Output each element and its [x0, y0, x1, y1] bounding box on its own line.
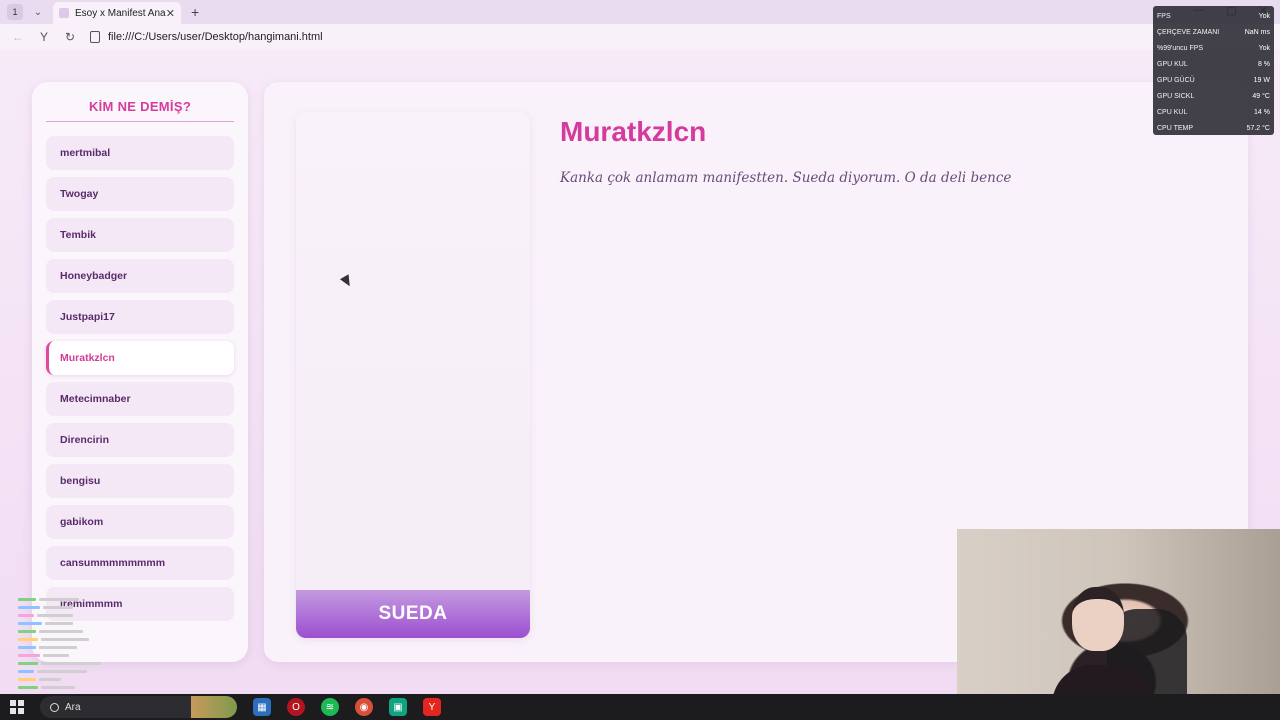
sidebar-item-twogay[interactable]: Twogay	[46, 177, 234, 211]
reload-icon[interactable]: ↻	[62, 29, 78, 45]
sidebar-title: KİM NE DEMİŞ?	[88, 99, 192, 114]
card-photo	[296, 112, 530, 582]
stream-chat-overlay	[18, 598, 138, 694]
sidebar-item-metecimnaber[interactable]: Metecimnaber	[46, 382, 234, 416]
sidebar-item-direnсirin[interactable]: Direnсirin	[46, 423, 234, 457]
search-label: Ara	[65, 701, 81, 713]
sidebar-item-cansummmmmmmm[interactable]: cansummmmmmmm	[46, 546, 234, 580]
webcam-overlay	[957, 529, 1280, 720]
chrome-icon[interactable]: ◉	[355, 698, 373, 716]
address-bar: ← Y ↻ file:///C:/Users/user/Desktop/hang…	[0, 24, 1280, 50]
overlay-row: GPU GÜCÜ 19 W	[1157, 76, 1270, 84]
spotify-icon[interactable]: ≋	[321, 698, 339, 716]
search-icon	[50, 702, 59, 712]
sidebar-divider	[46, 121, 234, 122]
sidebar-item-muratkzlcn[interactable]: Muratkzlcn	[46, 341, 234, 375]
sidebar-list: mertmibal Twogay Tembik Honeybadger Just…	[32, 136, 248, 621]
close-icon[interactable]: ✕	[166, 7, 175, 20]
sidebar-item-bengisu[interactable]: bengisu	[46, 464, 234, 498]
sidebar-item-gabikom[interactable]: gabikom	[46, 505, 234, 539]
chevron-down-icon[interactable]: ⌄	[29, 3, 47, 21]
overlay-row: ÇERÇEVE ZAMANI NaN ms	[1157, 28, 1270, 36]
performance-overlay: FPS Yok ÇERÇEVE ZAMANI NaN ms %99'uncu FPS…	[1153, 6, 1274, 135]
yandex-icon[interactable]: Y	[36, 29, 52, 45]
app-icon[interactable]: ▣	[389, 698, 407, 716]
yandex-browser-icon[interactable]: Y	[423, 698, 441, 716]
tab-count-badge[interactable]: 1	[7, 4, 23, 20]
webcam-person	[1052, 585, 1152, 720]
browser-tab[interactable]: Esoy x Manifest Analiz ✕	[53, 2, 181, 24]
sidebar: KİM NE DEMİŞ? mertmibal Twogay Tembik Ho…	[32, 82, 248, 662]
detail-quote: Kanka çok anlamam manifestten. Sueda diy…	[560, 170, 1012, 186]
sidebar-item-mertmibal[interactable]: mertmibal	[46, 136, 234, 170]
tab-title: Esoy x Manifest Analiz	[75, 7, 166, 19]
file-explorer-icon[interactable]: ▦	[253, 698, 271, 716]
overlay-row: CPU TEMP 57.2 °C	[1157, 124, 1270, 132]
overlay-row: CPU KUL 14 %	[1157, 108, 1270, 116]
search-highlight-image	[191, 696, 237, 718]
sidebar-item-honeybadger[interactable]: Honeybadger	[46, 259, 234, 293]
opera-icon[interactable]: O	[287, 698, 305, 716]
sidebar-item-tembik[interactable]: Tembik	[46, 218, 234, 252]
favicon-icon	[59, 8, 69, 18]
overlay-row: GPU KUL 8 %	[1157, 60, 1270, 68]
sidebar-item-justpapi17[interactable]: Justpapi17	[46, 300, 234, 334]
url-field[interactable]: file:///C:/Users/user/Desktop/hangimani.…	[108, 31, 323, 43]
overlay-row: GPU SICKL 49 °C	[1157, 92, 1270, 100]
card-label: SUEDA	[296, 590, 530, 638]
windows-start-icon[interactable]	[10, 700, 24, 714]
taskbar: Ara ▦ O ≋ ◉ ▣ Y	[0, 694, 1280, 720]
detail-title: Muratkzlcn	[560, 116, 707, 147]
overlay-row: %99'uncu FPS Yok	[1157, 44, 1270, 52]
file-icon	[90, 31, 100, 43]
browser-tab-bar: 1 ⌄ Esoy x Manifest Analiz ✕ + — ▢ ✕	[0, 0, 1280, 24]
new-tab-button[interactable]: +	[191, 4, 199, 20]
person-card[interactable]: SUEDA	[296, 112, 530, 638]
back-arrow-icon[interactable]: ←	[10, 29, 26, 45]
overlay-row: FPS Yok	[1157, 12, 1270, 20]
